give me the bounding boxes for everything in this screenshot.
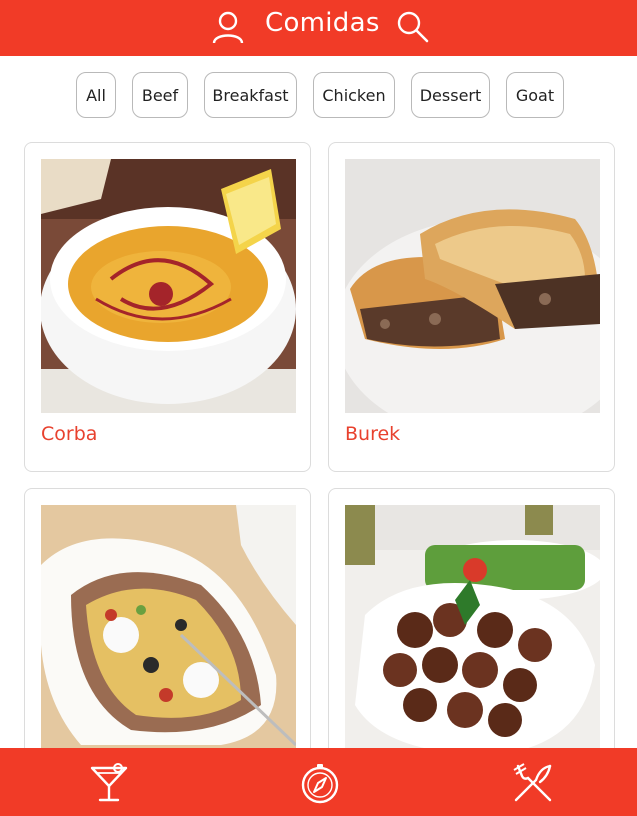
- meal-card[interactable]: Corba: [24, 142, 311, 472]
- compass-icon[interactable]: [299, 762, 341, 804]
- user-icon[interactable]: [210, 9, 246, 45]
- cocktail-icon[interactable]: [88, 762, 130, 804]
- stuffed-potato-photo: [41, 505, 296, 759]
- meal-card[interactable]: Burek: [328, 142, 615, 472]
- meal-name[interactable]: Burek: [345, 423, 400, 445]
- filter-chip-goat[interactable]: Goat: [506, 72, 564, 118]
- filter-chip-chicken[interactable]: Chicken: [313, 72, 395, 118]
- filter-chip-beef[interactable]: Beef: [132, 72, 188, 118]
- filter-chip-dessert[interactable]: Dessert: [411, 72, 490, 118]
- meal-photo[interactable]: [345, 505, 600, 759]
- meat-pastry-photo: [345, 159, 600, 413]
- meal-name[interactable]: Corba: [41, 423, 97, 445]
- bottom-navigation: [0, 748, 637, 816]
- lentil-soup-photo: [41, 159, 296, 413]
- meal-photo[interactable]: [41, 159, 296, 413]
- filter-chip-all[interactable]: All: [76, 72, 116, 118]
- app-title: Comidas: [265, 8, 380, 38]
- falafel-photo: [345, 505, 600, 759]
- filter-chip-breakfast[interactable]: Breakfast: [204, 72, 297, 118]
- search-icon[interactable]: [394, 9, 430, 45]
- meal-photo[interactable]: [41, 505, 296, 759]
- category-filter-bar: All Beef Breakfast Chicken Dessert Goat: [0, 72, 637, 118]
- meal-photo[interactable]: [345, 159, 600, 413]
- app-header: Comidas: [0, 0, 637, 56]
- fork-knife-icon[interactable]: [512, 762, 554, 804]
